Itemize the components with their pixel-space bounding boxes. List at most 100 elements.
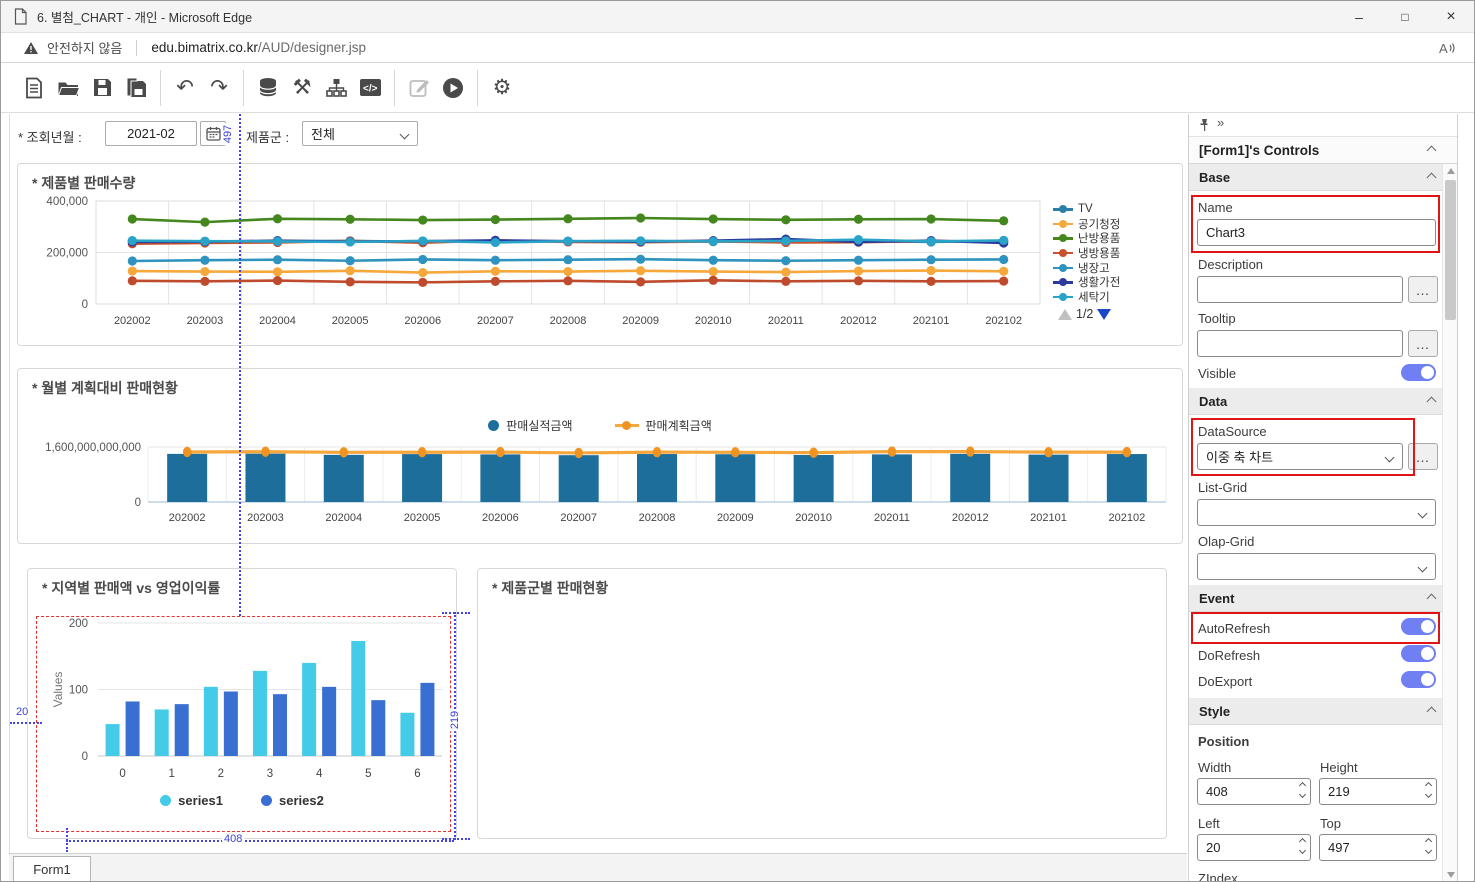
svg-text:3: 3 (267, 768, 273, 780)
width-input[interactable] (1197, 778, 1311, 805)
legend-item[interactable]: 난방용품 (1053, 231, 1181, 246)
svg-text:5: 5 (365, 768, 371, 780)
chevron-down-icon (1385, 453, 1395, 463)
minimize-button[interactable]: – (1336, 1, 1382, 33)
olapgrid-select[interactable] (1197, 553, 1436, 580)
panel-title: * 월별 계획대비 판매현황 (32, 378, 178, 398)
legend-item[interactable]: 생활가전 (1053, 275, 1181, 290)
series-marker (160, 795, 171, 806)
properties-panel: » [Form1]'s Controls Base Name Descripti… (1188, 114, 1458, 882)
legend-page-up-icon[interactable] (1058, 309, 1072, 320)
chart-panel-monthly-plan[interactable]: * 월별 계획대비 판매현황 판매실적금액 판매계획금액 1,600,000,0… (17, 368, 1183, 544)
name-input[interactable] (1197, 219, 1436, 246)
dorefresh-label: DoRefresh (1198, 648, 1260, 663)
svg-text:2: 2 (218, 768, 224, 780)
run-button[interactable] (436, 71, 470, 105)
dorefresh-toggle[interactable] (1401, 645, 1436, 662)
month-filter-input[interactable] (105, 121, 197, 146)
designer-canvas[interactable]: * 조회년월 : 제품군 : 전체 * 제품별 판매수량 400,000200,… (9, 114, 1187, 853)
series-marker (261, 795, 272, 806)
legend-item[interactable]: 세탁기 (1053, 290, 1181, 305)
width-stepper[interactable] (1197, 778, 1311, 805)
maximize-button[interactable]: □ (1382, 1, 1428, 33)
datasource-label: DataSource (1198, 424, 1267, 439)
scroll-down-icon[interactable] (1447, 872, 1455, 878)
section-style[interactable]: Style (1189, 698, 1457, 725)
redo-button[interactable]: ↷ (202, 71, 236, 105)
section-base[interactable]: Base (1189, 164, 1457, 191)
stepper-icons[interactable] (1300, 839, 1305, 853)
legend-item[interactable]: 냉장고 (1053, 260, 1181, 275)
url-field[interactable]: edu.bimatrix.co.kr/AUD/designer.jsp (151, 40, 366, 55)
close-button[interactable]: × (1428, 1, 1474, 33)
autorefresh-toggle[interactable] (1401, 618, 1436, 635)
description-label: Description (1198, 257, 1263, 272)
legend-item[interactable]: 냉방용품 (1053, 246, 1181, 261)
svg-text:202101: 202101 (1030, 512, 1067, 524)
product-filter-select[interactable]: 전체 (302, 121, 418, 146)
script-code-button[interactable]: </> (353, 71, 387, 105)
legend-item[interactable]: 판매계획금액 (615, 417, 712, 434)
chart-panel-product-group[interactable]: * 제품군별 판매현황 (477, 568, 1167, 839)
divider (394, 70, 395, 106)
tab-form1[interactable]: Form1 (13, 856, 91, 882)
collapse-panel-icon[interactable]: » (1217, 115, 1224, 130)
description-more-button[interactable]: … (1408, 276, 1438, 303)
left-stepper[interactable] (1197, 834, 1311, 861)
tooltip-more-button[interactable]: … (1408, 330, 1438, 357)
description-input[interactable] (1197, 276, 1403, 303)
svg-text:202012: 202012 (840, 315, 877, 327)
datasource-more-button[interactable]: … (1408, 443, 1438, 470)
top-input[interactable] (1319, 834, 1437, 861)
legend-item[interactable]: TV (1053, 202, 1181, 217)
legend-item[interactable]: 공기청정 (1053, 217, 1181, 232)
height-stepper[interactable] (1319, 778, 1437, 805)
legend-pager: 1/2 (1058, 307, 1111, 321)
controls-header[interactable]: [Form1]'s Controls (1189, 136, 1457, 164)
visible-label: Visible (1198, 366, 1236, 381)
stepper-icons[interactable] (1426, 783, 1431, 797)
legend-page-down-icon[interactable] (1097, 309, 1111, 320)
doexport-toggle[interactable] (1401, 671, 1436, 688)
settings-button[interactable]: ⚙ (485, 71, 519, 105)
open-folder-button[interactable] (51, 71, 85, 105)
svg-text:202012: 202012 (952, 512, 989, 524)
read-aloud-icon[interactable]: A (1436, 38, 1456, 58)
datasource-select[interactable]: 이중 축 차트 (1197, 443, 1403, 470)
chart-panel-product-qty[interactable]: * 제품별 판매수량 400,000200,000020200220200320… (17, 163, 1183, 346)
line-chart: 400,000200,00002020022020032020042020052… (26, 190, 1048, 338)
divider (243, 70, 244, 106)
new-document-button[interactable] (17, 71, 51, 105)
left-input[interactable] (1197, 834, 1311, 861)
svg-text:202006: 202006 (482, 512, 519, 524)
svg-text:202007: 202007 (477, 315, 514, 327)
legend-item[interactable]: series2 (261, 793, 324, 808)
sitemap-button[interactable] (319, 71, 353, 105)
save-as-button[interactable] (119, 71, 153, 105)
height-input[interactable] (1319, 778, 1437, 805)
svg-text:0: 0 (82, 751, 88, 763)
legend-item[interactable]: series1 (160, 793, 223, 808)
tooltip-input[interactable] (1197, 330, 1403, 357)
calendar-button[interactable] (200, 121, 226, 146)
chart-panel-region-sales[interactable]: * 지역별 판매액 vs 영업이익률 2001000Values0123456 … (27, 568, 457, 839)
stepper-icons[interactable] (1426, 839, 1431, 853)
section-event[interactable]: Event (1189, 585, 1457, 612)
undo-button[interactable]: ↶ (168, 71, 202, 105)
section-data[interactable]: Data (1189, 388, 1457, 415)
top-stepper[interactable] (1319, 834, 1437, 861)
legend-item[interactable]: 판매실적금액 (488, 417, 572, 434)
panel-scrollbar[interactable] (1442, 164, 1458, 882)
build-tools-button[interactable]: ⚒ (285, 71, 319, 105)
pin-icon[interactable] (1198, 118, 1211, 132)
listgrid-select[interactable] (1197, 499, 1436, 526)
stepper-icons[interactable] (1300, 783, 1305, 797)
svg-text:202003: 202003 (187, 315, 224, 327)
svg-text:6: 6 (414, 768, 420, 780)
visible-toggle[interactable] (1401, 364, 1436, 381)
scroll-thumb[interactable] (1445, 180, 1456, 320)
data-source-button[interactable] (251, 71, 285, 105)
save-button[interactable] (85, 71, 119, 105)
scroll-up-icon[interactable] (1447, 168, 1455, 174)
security-warning[interactable]: 안전하지 않음 (23, 38, 122, 57)
